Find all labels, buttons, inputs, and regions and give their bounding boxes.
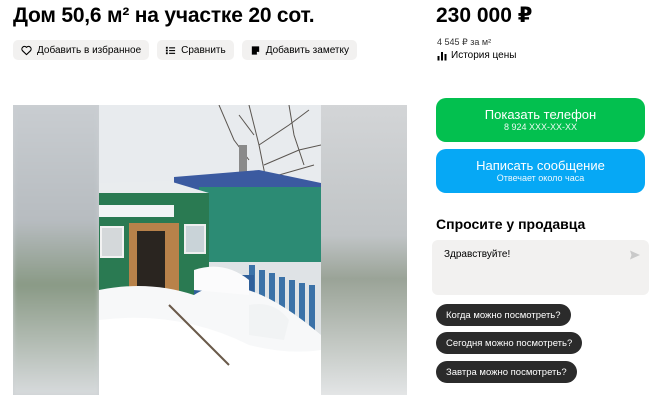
price-per-square-meter: 4 545 ₽ за м² — [437, 37, 492, 47]
suggestion-chip[interactable]: Когда можно посмотреть? — [436, 304, 571, 326]
suggestion-chip[interactable]: Сегодня можно посмотреть? — [436, 332, 583, 354]
show-phone-button[interactable]: Показать телефон 8 924 XXX-XX-XX — [436, 98, 645, 142]
phone-number: 8 924 XXX-XX-XX — [503, 122, 578, 132]
gallery-blur-left — [13, 105, 99, 395]
house-photo — [99, 105, 321, 395]
price-history-label: История цены — [451, 50, 517, 61]
add-note-label: Добавить заметку — [265, 44, 349, 56]
listing-title: Дом 50,6 м² на участке 20 сот. — [13, 4, 315, 27]
heart-icon — [21, 45, 32, 55]
suggestion-chip[interactable]: Завтра можно посмотреть? — [436, 361, 577, 383]
gallery-blur-right — [321, 105, 407, 395]
add-to-favorites-button[interactable]: Добавить в избранное — [13, 40, 150, 60]
seller-message-value: Здравствуйте! — [444, 249, 511, 260]
note-icon — [251, 45, 259, 55]
compare-list-icon — [166, 46, 176, 54]
seller-message-input[interactable]: Здравствуйте! — [432, 240, 649, 295]
response-time: Отвечает около часа — [496, 173, 585, 183]
listing-actions: Добавить в избранное Сравнить Добавить з… — [13, 40, 357, 60]
compare-label: Сравнить — [181, 44, 226, 56]
price-history-link[interactable]: История цены — [437, 50, 516, 61]
write-message-button[interactable]: Написать сообщение Отвечает около часа — [436, 149, 645, 193]
add-note-button[interactable]: Добавить заметку — [241, 40, 357, 60]
add-to-favorites-label: Добавить в избранное — [37, 44, 142, 56]
photo-gallery[interactable] — [13, 105, 407, 395]
ask-seller-heading: Спросите у продавца — [436, 216, 586, 232]
show-phone-label: Показать телефон — [484, 107, 597, 122]
send-icon[interactable] — [629, 249, 641, 261]
price: 230 000 ₽ — [436, 4, 533, 27]
compare-button[interactable]: Сравнить — [157, 40, 234, 60]
bar-chart-icon — [437, 51, 447, 60]
write-message-label: Написать сообщение — [476, 158, 605, 173]
